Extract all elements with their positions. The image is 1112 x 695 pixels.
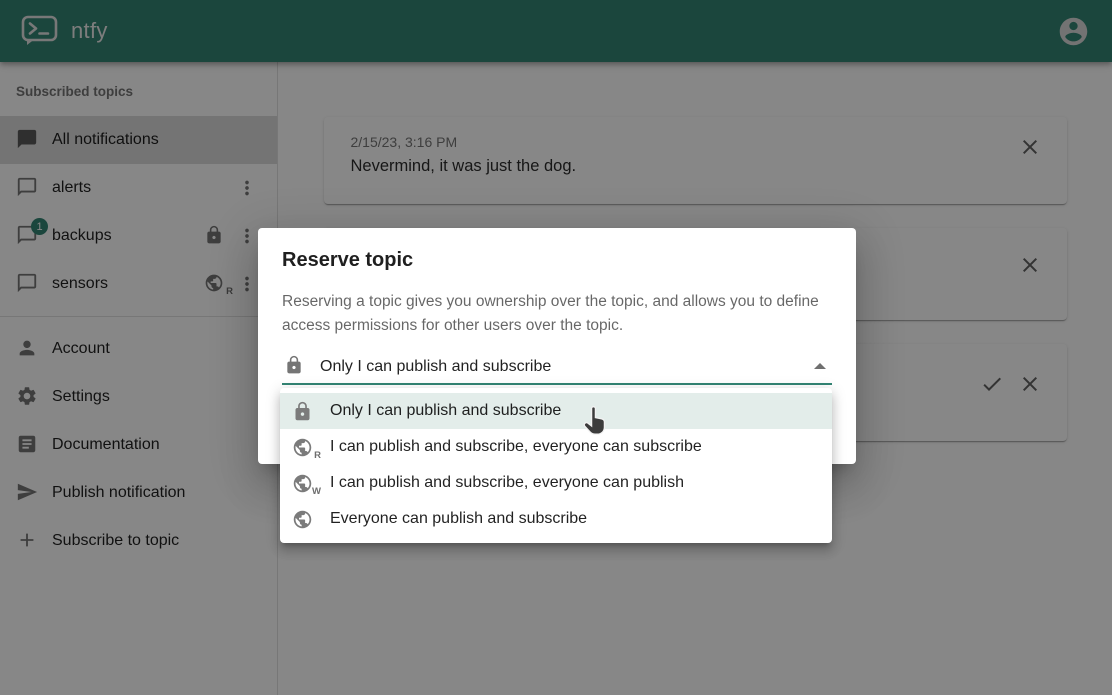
menu-item-everyone-can-publish[interactable]: W I can publish and subscribe, everyone … xyxy=(280,465,832,501)
dialog-title: Reserve topic xyxy=(282,247,832,273)
menu-item-label: Everyone can publish and subscribe xyxy=(330,510,587,528)
select-value: Only I can publish and subscribe xyxy=(320,358,551,376)
menu-item-label: I can publish and subscribe, everyone ca… xyxy=(330,438,702,456)
menu-item-only-i-can-publish-subscribe[interactable]: Only I can publish and subscribe xyxy=(280,393,832,429)
globe-write-icon: W xyxy=(290,471,314,495)
menu-item-everyone-can-subscribe[interactable]: R I can publish and subscribe, everyone … xyxy=(280,429,832,465)
dialog-description: Reserving a topic gives you ownership ov… xyxy=(282,290,832,338)
lock-icon xyxy=(284,355,308,379)
lock-icon xyxy=(290,399,314,423)
globe-icon xyxy=(290,507,314,531)
globe-sub-label: W xyxy=(312,486,321,497)
globe-sub-label: R xyxy=(314,450,321,461)
chevron-up-icon xyxy=(814,363,826,369)
access-options-menu: Only I can publish and subscribe R I can… xyxy=(280,388,832,543)
menu-item-everyone-can-publish-subscribe[interactable]: Everyone can publish and subscribe xyxy=(280,501,832,537)
access-permission-select[interactable]: Only I can publish and subscribe xyxy=(282,351,832,385)
menu-item-label: I can publish and subscribe, everyone ca… xyxy=(330,474,684,492)
menu-item-label: Only I can publish and subscribe xyxy=(330,402,561,420)
globe-read-icon: R xyxy=(290,435,314,459)
